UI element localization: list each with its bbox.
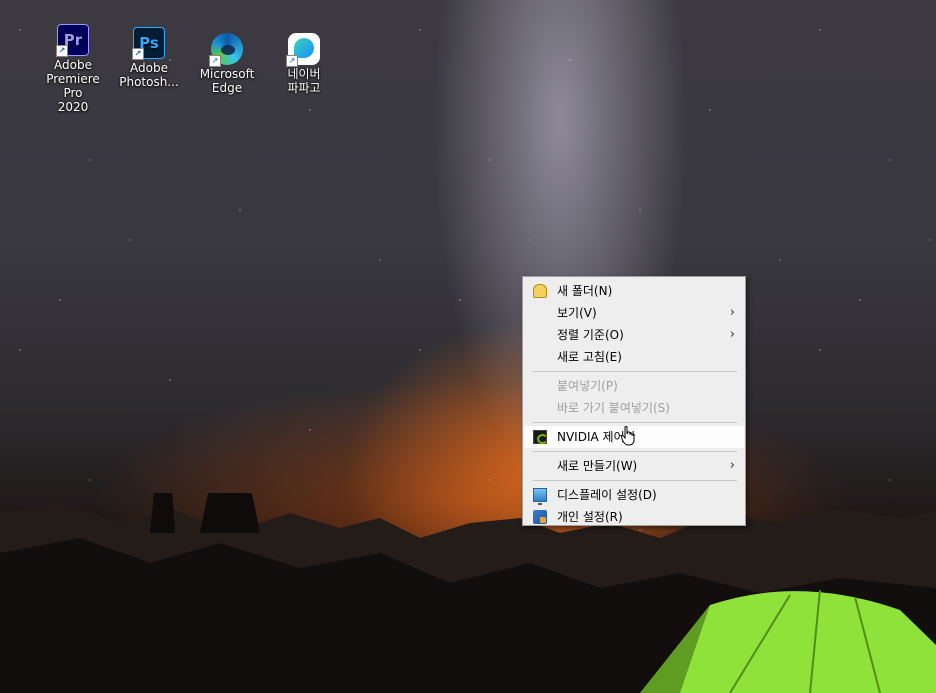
desktop-icon-edge[interactable]: ↗ Microsoft Edge [189, 33, 265, 95]
menu-item-paste-shortcut: 바로 가기 붙여넣기(S) [524, 397, 744, 419]
menu-item-personalize[interactable]: 개인 설정(R) [524, 506, 744, 528]
edge-icon: ↗ [209, 33, 243, 67]
icon-label-line: Adobe [130, 61, 168, 75]
papago-icon: ↗ [286, 33, 320, 67]
icon-label-line: Premiere Pro [46, 72, 100, 100]
display-settings-icon [533, 488, 547, 505]
chevron-right-icon: › [729, 458, 735, 473]
desktop[interactable]: Pr ↗ Adobe Premiere Pro 2020 Ps ↗ Adobe … [0, 0, 936, 693]
menu-separator [532, 422, 737, 423]
premiere-pro-icon: Pr ↗ [56, 24, 89, 57]
desktop-icon-papago[interactable]: ↗ 네이버 파파고 [266, 33, 342, 95]
icon-label-line: Edge [211, 81, 243, 95]
menu-item-view[interactable]: 보기(V) › [524, 302, 744, 324]
shortcut-arrow-icon: ↗ [286, 55, 298, 67]
menu-separator [532, 451, 737, 452]
menu-item-label: 정렬 기준(O) [557, 328, 624, 342]
menu-item-new[interactable]: 새로 만들기(W) › [524, 455, 744, 477]
menu-item-label: 붙여넣기(P) [557, 379, 618, 393]
menu-item-refresh[interactable]: 새로 고침(E) [524, 346, 744, 368]
menu-item-label: 디스플레이 설정(D) [557, 488, 657, 502]
menu-item-label: 개인 설정(R) [557, 510, 623, 524]
icon-label-line: 2020 [57, 100, 89, 114]
menu-item-sort-by[interactable]: 정렬 기준(O) › [524, 324, 744, 346]
desktop-icon-premiere-pro[interactable]: Pr ↗ Adobe Premiere Pro 2020 [35, 24, 111, 114]
menu-item-paste: 붙여넣기(P) [524, 375, 744, 397]
shortcut-arrow-icon: ↗ [132, 48, 144, 60]
icon-label-line: 파파고 [287, 81, 321, 95]
chevron-right-icon: › [729, 305, 735, 320]
shortcut-arrow-icon: ↗ [56, 45, 68, 57]
menu-separator [532, 480, 737, 481]
shortcut-arrow-icon: ↗ [209, 55, 221, 67]
menu-item-new-folder[interactable]: 새 폴더(N) [524, 280, 744, 302]
icon-label-line: Adobe [54, 58, 92, 72]
menu-item-label: 새 폴더(N) [557, 284, 613, 298]
menu-item-label: 보기(V) [557, 306, 597, 320]
new-folder-icon [533, 284, 547, 298]
menu-item-label: 새로 만들기(W) [557, 459, 638, 473]
menu-item-label: 바로 가기 붙여넣기(S) [557, 401, 670, 415]
chevron-right-icon: › [729, 327, 735, 342]
wallpaper-tent [640, 589, 936, 693]
desktop-context-menu: 새 폴더(N) 보기(V) › 정렬 기준(O) › 새로 고침(E) 붙여넣기… [522, 276, 746, 526]
icon-label-line: Photosh... [119, 75, 179, 89]
menu-item-display-settings[interactable]: 디스플레이 설정(D) [524, 484, 744, 506]
icon-label-line: Microsoft [199, 67, 255, 81]
photoshop-icon: Ps ↗ [132, 27, 165, 60]
nvidia-icon [533, 430, 548, 444]
personalize-icon [533, 510, 547, 524]
hand-cursor-icon [621, 426, 635, 446]
icon-label-line: 네이버 [287, 67, 321, 81]
menu-item-label: 새로 고침(E) [557, 350, 622, 364]
desktop-icon-photoshop[interactable]: Ps ↗ Adobe Photosh... [111, 27, 187, 89]
menu-separator [532, 371, 737, 372]
